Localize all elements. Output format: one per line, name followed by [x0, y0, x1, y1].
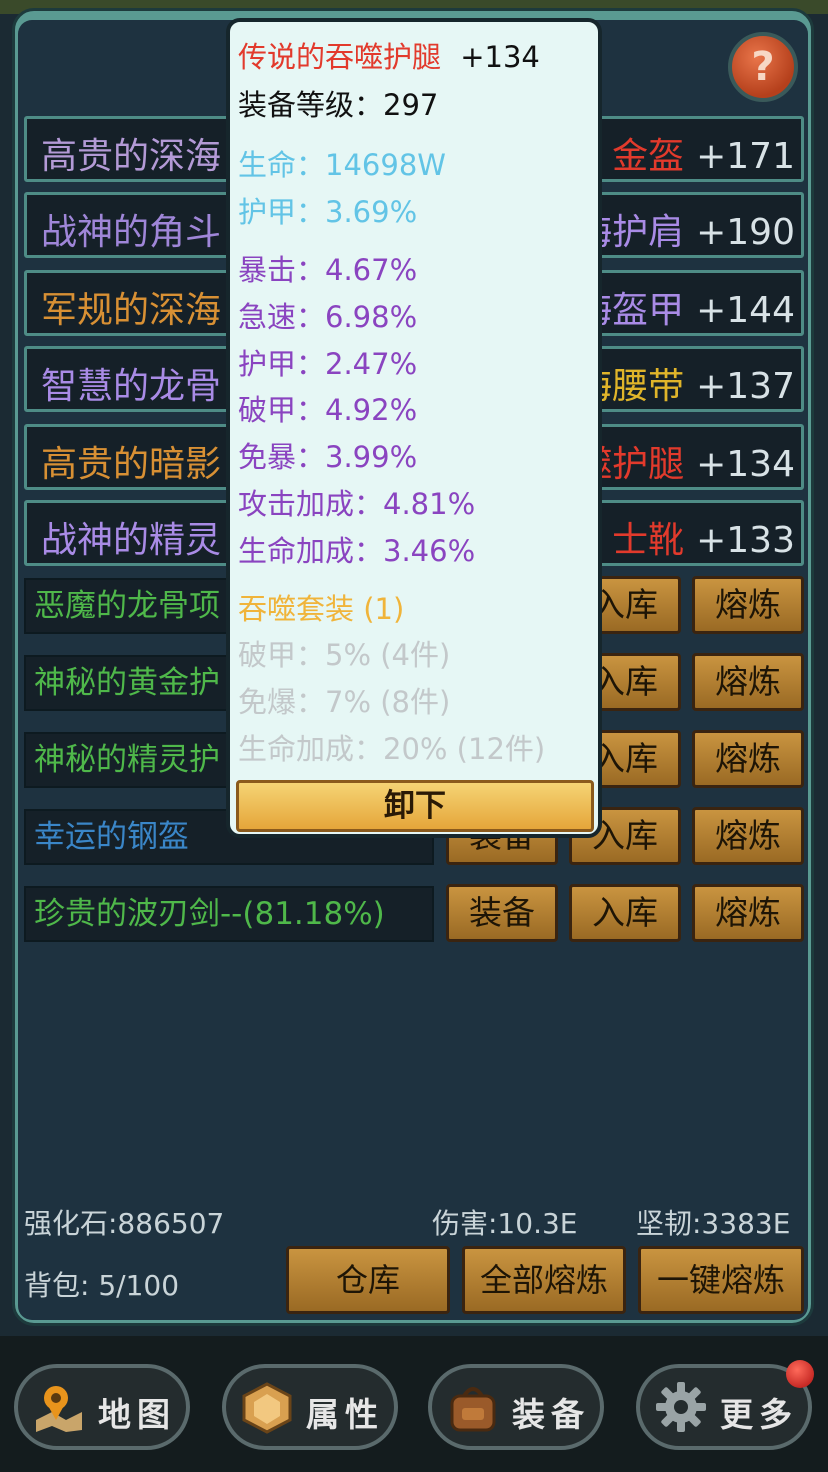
backpack-icon	[450, 1387, 496, 1432]
tooltip-extra-stat: 破甲：4.92%	[238, 387, 417, 429]
equipped-item-name-left: 高贵的深海	[41, 136, 222, 177]
equipped-item-name-left: 高贵的暗影	[41, 444, 222, 485]
tooltip-set-bonus: 破甲：5% (4件)	[238, 638, 451, 672]
equipped-item-slot: 士靴	[612, 520, 685, 561]
stat-label: 生命：	[238, 148, 326, 182]
nav-map[interactable]: 地图	[14, 1364, 190, 1450]
nav-equipment[interactable]: 装备	[428, 1364, 604, 1450]
stat-value: 2.47%	[325, 346, 418, 381]
stat-value: 6.98%	[325, 299, 418, 334]
gear-icon	[656, 1382, 706, 1432]
stat-label: 暴击：	[238, 253, 326, 287]
smelt-button[interactable]: 熔炼	[692, 730, 804, 788]
tooltip-base-stat: 护甲：3.69%	[238, 189, 417, 231]
equip-button[interactable]: 装备	[446, 884, 558, 942]
stat-value: 4.67%	[325, 253, 418, 287]
one-key-smelt-button[interactable]: 一键熔炼	[638, 1246, 804, 1314]
tooltip-item-name: 传说的吞噬护腿	[238, 40, 442, 74]
nav-equipment-label: 装备	[512, 1395, 590, 1434]
stat-label: 攻击加成：	[238, 487, 384, 521]
bag-item-name[interactable]: 珍贵的波刃剑--(81.18%)	[24, 886, 434, 942]
equipped-item-name-right: 海腰带 +137	[576, 357, 795, 409]
tooltip-item-plus: +134	[460, 40, 540, 74]
stat-label: 免暴：	[238, 440, 326, 475]
nav-more-label: 更多	[720, 1395, 798, 1434]
stat-value: 3.69%	[325, 195, 418, 229]
bag-item-row: 珍贵的波刃剑--(81.18%) 装备 入库 熔炼	[24, 884, 804, 944]
damage-stat: 伤害:10.3E	[432, 1207, 578, 1240]
attribute-icon	[242, 1382, 292, 1434]
equipped-item-plus: +134	[696, 444, 795, 485]
equipped-item-name-left: 战神的精灵	[41, 520, 222, 561]
stat-value: 14698W	[325, 148, 446, 182]
tooltip-extra-stat: 免暴：3.99%	[238, 434, 417, 476]
tooltip-extra-stat: 生命加成：3.46%	[238, 528, 475, 570]
notification-dot	[786, 1360, 814, 1388]
smelt-button[interactable]: 熔炼	[692, 576, 804, 634]
tooltip-extra-stat: 护甲：2.47%	[238, 341, 417, 383]
tooltip-extra-stat: 暴击：4.67%	[238, 247, 417, 289]
equipped-item-name-right: 海盔甲 +144	[576, 281, 795, 333]
nav-attributes[interactable]: 属性	[222, 1364, 398, 1450]
unequip-button[interactable]: 卸下	[236, 780, 594, 832]
enhance-stone-count: 强化石:886507	[24, 1207, 225, 1240]
tooltip-base-stat: 生命：14698W	[238, 142, 446, 184]
map-icon	[36, 1386, 82, 1432]
equipped-item-slot: 金盔	[612, 136, 685, 177]
smelt-button[interactable]: 熔炼	[692, 884, 804, 942]
toughness-stat: 坚韧:3383E	[636, 1207, 791, 1240]
equipped-item-plus: +190	[696, 212, 795, 253]
equipped-item-name-right: 噬护腿 +134	[576, 435, 795, 487]
equipped-item-name-left: 军规的深海	[41, 290, 222, 331]
item-tooltip: 传说的吞噬护腿 +134 装备等级：297 生命：14698W 护甲：3.69% 暴…	[226, 18, 602, 838]
stat-label: 破甲：	[238, 393, 326, 428]
help-button[interactable]: ?	[728, 32, 798, 102]
tooltip-extra-stat: 攻击加成：4.81%	[238, 481, 475, 523]
stat-value: 4.81%	[383, 487, 476, 521]
equipped-item-plus: +144	[696, 290, 795, 331]
stat-value: 3.46%	[383, 533, 476, 568]
stat-label: 急速：	[238, 299, 326, 334]
smelt-button[interactable]: 熔炼	[692, 807, 804, 865]
tooltip-item-level: 装备等级：297	[238, 88, 439, 122]
smelt-button[interactable]: 熔炼	[692, 653, 804, 711]
equipped-item-name-left: 智慧的龙骨	[41, 366, 222, 407]
equipped-item-name-right: 士靴 +133	[612, 511, 795, 563]
stat-label: 生命加成：	[238, 533, 384, 568]
equipped-item-plus: +133	[696, 520, 795, 561]
smelt-all-button[interactable]: 全部熔炼	[462, 1246, 626, 1314]
tooltip-set-bonus: 生命加成：20% (12件)	[238, 732, 546, 766]
equipped-item-name-right: 金盔 +171	[612, 127, 795, 179]
tooltip-set-title: 吞噬套装 (1)	[238, 592, 405, 626]
tooltip-title: 传说的吞噬护腿 +134	[238, 34, 540, 76]
nav-attributes-label: 属性	[306, 1395, 384, 1434]
equipped-item-name-right: 海护肩 +190	[576, 203, 795, 255]
bag-capacity: 背包: 5/100	[24, 1269, 180, 1302]
stat-value: 4.92%	[325, 393, 418, 428]
equipped-item-plus: +137	[696, 366, 795, 407]
equipped-item-name-left: 战神的角斗	[41, 212, 222, 253]
warehouse-button[interactable]: 仓库	[286, 1246, 450, 1314]
tooltip-set-bonus: 免爆：7% (8件)	[238, 685, 451, 719]
tooltip-extra-stat: 急速：6.98%	[238, 294, 417, 336]
stat-label: 护甲：	[238, 195, 326, 229]
equipped-item-plus: +171	[696, 136, 795, 177]
stat-value: 3.99%	[325, 440, 418, 475]
stat-label: 护甲：	[238, 346, 326, 381]
nav-map-label: 地图	[98, 1395, 176, 1434]
store-button[interactable]: 入库	[569, 884, 681, 942]
